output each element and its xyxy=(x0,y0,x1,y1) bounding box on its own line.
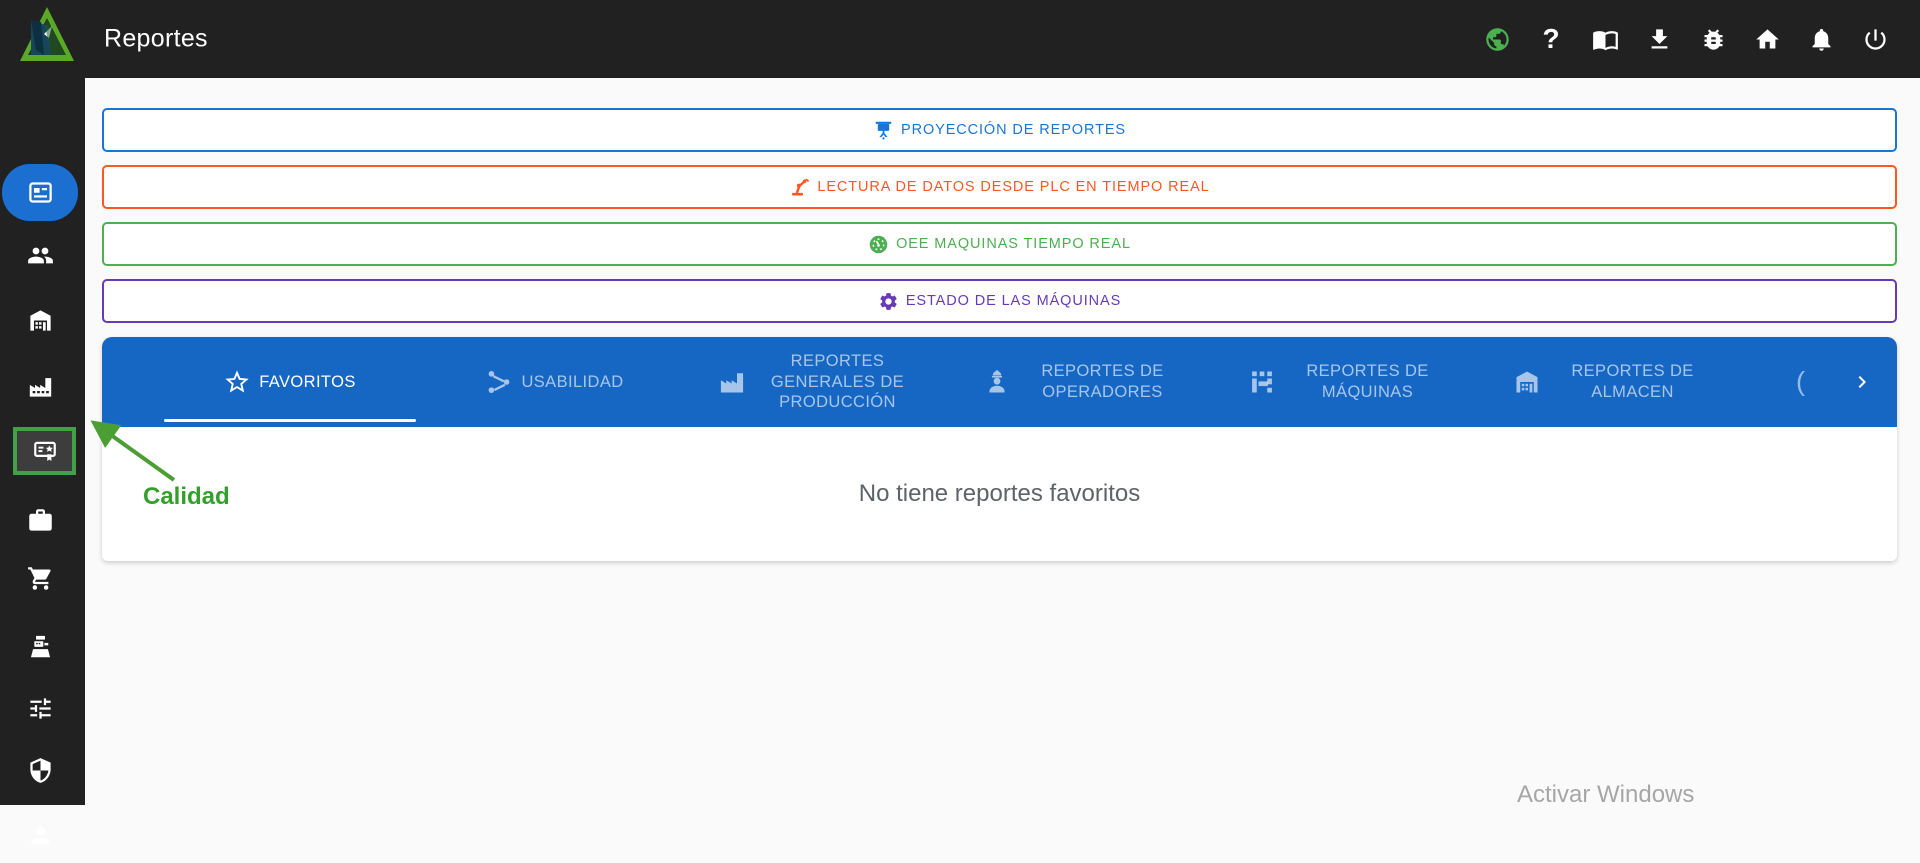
chevron-right-icon xyxy=(1858,376,1866,388)
star-icon xyxy=(225,370,249,393)
language-globe-icon[interactable] xyxy=(1482,24,1512,54)
topbar-actions: ? xyxy=(1482,0,1890,78)
shield-security-icon xyxy=(29,757,51,783)
app-logo-icon xyxy=(20,7,74,61)
tab-label: REPORTES DE MÁQUINAS xyxy=(1306,362,1429,401)
banner-oee-maquinas[interactable]: OEE MAQUINAS TIEMPO REAL xyxy=(102,222,1897,266)
sidebar-item-ventas[interactable] xyxy=(0,618,80,674)
warehouse-icon xyxy=(1516,371,1537,393)
clipped-tab-text: ( xyxy=(1796,366,1805,397)
person-icon xyxy=(31,826,49,844)
factory-icon xyxy=(720,373,743,393)
page-title: Reportes xyxy=(104,24,208,53)
tab-label: REPORTES GENERALES DE PRODUCCIÓN xyxy=(770,352,905,412)
tabs-scroll-right-button[interactable] xyxy=(1847,367,1877,397)
tab-reportes-operadores[interactable]: REPORTES DE OPERADORES xyxy=(952,337,1217,427)
sidebar xyxy=(0,78,85,844)
gauge-icon xyxy=(869,235,888,253)
banner-label: ESTADO DE LAS MÁQUINAS xyxy=(905,293,1122,309)
tab-reportes-maquinas[interactable]: REPORTES DE MÁQUINAS xyxy=(1217,337,1482,427)
projector-screen-icon xyxy=(875,121,892,140)
cash-register-icon xyxy=(30,635,50,657)
sidebar-item-produccion[interactable] xyxy=(0,358,80,414)
help-icon[interactable]: ? xyxy=(1536,24,1566,54)
power-logout-icon[interactable] xyxy=(1860,24,1890,54)
newspaper-icon xyxy=(28,182,52,203)
tab-reportes-generales-produccion[interactable]: REPORTES GENERALES DE PRODUCCIÓN xyxy=(687,337,952,427)
briefcase-icon xyxy=(28,508,52,531)
tab-label: FAVORITOS xyxy=(259,372,356,391)
sidebar-item-configuracion[interactable] xyxy=(0,680,80,736)
certificate-icon xyxy=(33,441,56,461)
tab-reportes-almacen[interactable]: REPORTES DE ALMACEN xyxy=(1482,337,1747,427)
usability-graph-icon xyxy=(489,371,510,393)
banner-lectura-plc[interactable]: LECTURA DE DATOS DESDE PLC EN TIEMPO REA… xyxy=(102,165,1897,209)
tab-usabilidad[interactable]: USABILIDAD xyxy=(422,337,687,427)
machine-icon xyxy=(1251,371,1272,393)
sidebar-item-reportes[interactable] xyxy=(2,164,78,221)
tab-label: REPORTES DE ALMACEN xyxy=(1571,362,1694,401)
warehouse-icon xyxy=(29,309,51,331)
download-icon[interactable] xyxy=(1644,24,1674,54)
reports-tabbar: FAVORITOS USABILIDAD REPORTES GENERALES … xyxy=(102,337,1897,427)
banner-label: LECTURA DE DATOS DESDE PLC EN TIEMPO REA… xyxy=(817,179,1210,195)
sidebar-item-compras[interactable] xyxy=(0,550,80,606)
tune-sliders-icon xyxy=(29,697,51,719)
bug-report-icon[interactable] xyxy=(1698,24,1728,54)
sidebar-item-seguridad[interactable] xyxy=(0,742,80,798)
sidebar-item-almacen[interactable] xyxy=(0,292,80,348)
operator-engineer-icon xyxy=(988,370,1005,393)
people-icon xyxy=(27,247,53,263)
topbar: Reportes ? xyxy=(0,0,1920,78)
manual-book-icon[interactable] xyxy=(1590,24,1620,54)
sidebar-item-usuarios[interactable] xyxy=(0,227,80,283)
home-icon[interactable] xyxy=(1752,24,1782,54)
tab-favoritos[interactable]: FAVORITOS xyxy=(157,337,422,427)
banner-proyeccion-reportes[interactable]: PROYECCIÓN DE REPORTES xyxy=(102,108,1897,152)
active-tab-underline xyxy=(164,419,416,422)
robotic-arm-icon xyxy=(792,178,810,196)
sidebar-item-cuenta[interactable] xyxy=(0,807,80,863)
shopping-cart-icon xyxy=(27,566,51,590)
gear-icon xyxy=(880,292,897,310)
main-content: PROYECCIÓN DE REPORTES LECTURA DE DATOS … xyxy=(85,78,1920,805)
banner-label: OEE MAQUINAS TIEMPO REAL xyxy=(896,236,1131,252)
reports-panel: FAVORITOS USABILIDAD REPORTES GENERALES … xyxy=(102,337,1897,561)
sidebar-item-calidad[interactable] xyxy=(13,427,76,475)
favorites-panel-body: No tiene reportes favoritos xyxy=(102,427,1897,561)
notifications-bell-icon[interactable] xyxy=(1806,24,1836,54)
sidebar-item-trabajo[interactable] xyxy=(0,492,80,548)
banner-estado-maquinas[interactable]: ESTADO DE LAS MÁQUINAS xyxy=(102,279,1897,323)
banner-label: PROYECCIÓN DE REPORTES xyxy=(901,122,1126,138)
empty-favorites-message: No tiene reportes favoritos xyxy=(858,480,1141,507)
factory-icon xyxy=(29,377,51,397)
tab-label: USABILIDAD xyxy=(521,372,624,391)
tab-label: REPORTES DE OPERADORES xyxy=(1041,362,1164,401)
